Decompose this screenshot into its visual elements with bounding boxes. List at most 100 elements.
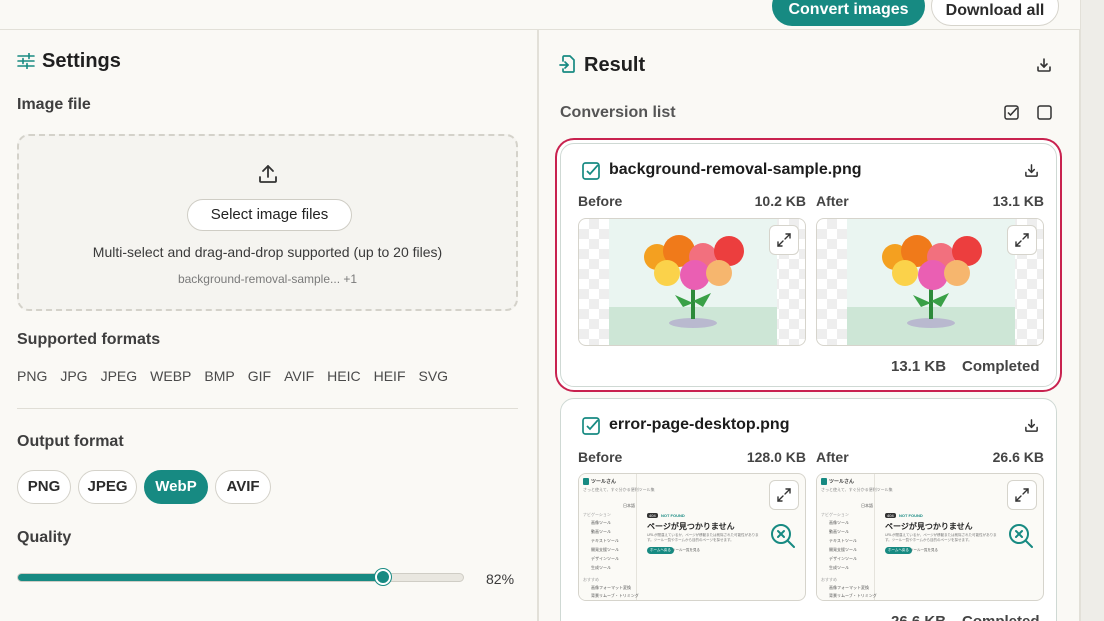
- expand-button[interactable]: [769, 480, 799, 510]
- mini-nav-item: 開発支援ツール: [829, 547, 857, 552]
- output-format-avif[interactable]: AVIF: [215, 470, 271, 504]
- mini-lang: 日本語: [861, 503, 873, 508]
- mini-nav-label: ナビゲーション: [583, 512, 611, 517]
- download-icon[interactable]: [1036, 57, 1052, 73]
- after-label: After: [816, 193, 849, 209]
- after-label: After: [816, 449, 849, 465]
- format-webp: WEBP: [150, 368, 192, 384]
- mini-logo: [821, 478, 827, 485]
- format-jpg: JPG: [60, 368, 88, 384]
- status-label: Completed: [962, 613, 1040, 621]
- mini-sub-item: 画像フォーマット変換: [591, 585, 631, 590]
- after-thumbnail: ツールさん さっと使えて、すぐ分かる便利ツール集 日本語 ナビゲーション 画像ツ…: [816, 473, 1044, 601]
- expand-button[interactable]: [1007, 225, 1037, 255]
- mini-nav-item: デザインツール: [829, 556, 857, 561]
- item-filename: background-removal-sample.png: [609, 161, 862, 178]
- download-icon[interactable]: [1024, 163, 1039, 178]
- expand-icon: [1015, 233, 1029, 247]
- mini-logo: [583, 478, 589, 485]
- before-size: 128.0 KB: [746, 449, 806, 465]
- mini-nav-item: 画像ツール: [829, 520, 849, 525]
- before-size: 10.2 KB: [754, 193, 806, 209]
- settings-title: Settings: [42, 50, 121, 72]
- download-all-button[interactable]: Download all: [931, 0, 1059, 26]
- mini-nav-item: デザインツール: [591, 556, 619, 561]
- expand-button[interactable]: [1007, 480, 1037, 510]
- selected-files-summary: background-removal-sample... +1: [177, 272, 358, 286]
- mini-nav-item: 開発支援ツール: [591, 547, 619, 552]
- format-heif: HEIF: [373, 368, 406, 384]
- image-dropzone[interactable]: Select image files Multi-select and drag…: [17, 134, 518, 311]
- page-scrollbar[interactable]: [1080, 0, 1104, 621]
- before-label: Before: [578, 449, 623, 465]
- mini-nav-item: テキストツール: [829, 538, 857, 543]
- file-export-icon: [559, 55, 575, 73]
- before-thumbnail: ツールさん さっと使えて、すぐ分かる便利ツール集 日本語 ナビゲーション 画像ツ…: [578, 473, 806, 601]
- output-format-webp[interactable]: WebP: [144, 470, 208, 504]
- mini-heading: ページが見つかりません: [885, 522, 973, 531]
- mini-nav-label: ナビゲーション: [821, 512, 849, 517]
- checkbox-empty-icon[interactable]: [1037, 105, 1052, 120]
- mini-badge: 404: [647, 513, 658, 518]
- conversion-list-label: Conversion list: [560, 104, 676, 121]
- settings-divider: [17, 408, 518, 409]
- quality-slider-fill: [18, 574, 383, 581]
- mini-app-name: ツールさん: [829, 479, 855, 485]
- mini-tagline: さっと使えて、すぐ分かる便利ツール集: [583, 487, 655, 492]
- quality-slider[interactable]: [17, 569, 464, 585]
- format-png: PNG: [17, 368, 48, 384]
- checkbox-checked-icon[interactable]: [1004, 105, 1019, 120]
- mini-sub-label: おすすめ: [583, 577, 599, 582]
- conversion-item-card[interactable]: background-removal-sample.png Before 10.…: [560, 143, 1057, 387]
- after-size: 26.6 KB: [992, 449, 1044, 465]
- before-label: Before: [578, 193, 623, 209]
- mini-nav-item: 画像ツール: [591, 520, 611, 525]
- conversion-item-card[interactable]: error-page-desktop.png Before 128.0 KB A…: [560, 398, 1057, 621]
- status-label: Completed: [962, 358, 1040, 375]
- checkbox-checked-icon[interactable]: [582, 417, 600, 435]
- mini-sub-label: おすすめ: [821, 577, 837, 582]
- select-image-files-button[interactable]: Select image files: [187, 199, 352, 231]
- search-x-icon: [771, 524, 795, 548]
- mini-tagline: さっと使えて、すぐ分かる便利ツール集: [821, 487, 893, 492]
- after-thumbnail: [816, 218, 1044, 346]
- top-toolbar: Convert images Download all: [0, 0, 1080, 30]
- mini-body: URLが間違えているか、ページが移動または削除された可能性があります。ツール一覧…: [885, 533, 997, 542]
- expand-icon: [777, 233, 791, 247]
- mini-heading: ページが見つかりません: [647, 522, 735, 531]
- format-svg: SVG: [418, 368, 449, 384]
- result-size: 26.6 KB: [891, 613, 946, 621]
- mini-primary-button: ホームへ戻る: [885, 547, 912, 554]
- output-format-png[interactable]: PNG: [17, 470, 71, 504]
- convert-images-button[interactable]: Convert images: [772, 0, 925, 26]
- quality-value: 82%: [486, 571, 515, 587]
- result-size: 13.1 KB: [891, 358, 947, 375]
- output-format-jpeg[interactable]: JPEG: [78, 470, 137, 504]
- format-gif: GIF: [247, 368, 272, 384]
- mini-sub-item: 画像フォーマット変換: [829, 585, 869, 590]
- mini-secondary-button: ツール一覧を見る: [672, 548, 700, 552]
- mini-nav-item: 動画ツール: [829, 529, 849, 534]
- mini-secondary-button: ツール一覧を見る: [910, 548, 938, 552]
- supported-formats-label: Supported formats: [17, 331, 161, 348]
- mini-nav-item: 生成ツール: [829, 565, 849, 570]
- expand-icon: [1015, 488, 1029, 502]
- format-jpeg: JPEG: [100, 368, 138, 384]
- mini-nav-item: テキストツール: [591, 538, 619, 543]
- dropzone-hint: Multi-select and drag-and-drop supported…: [92, 244, 443, 260]
- quality-label: Quality: [17, 529, 72, 546]
- item-filename: error-page-desktop.png: [609, 416, 790, 433]
- sliders-icon: [17, 53, 35, 69]
- result-title: Result: [584, 54, 646, 76]
- search-x-icon: [1009, 524, 1033, 548]
- mini-sub-item: 背景リムーブ・トリミング: [591, 593, 639, 598]
- mini-app-name: ツールさん: [591, 479, 617, 485]
- checkbox-checked-icon[interactable]: [582, 162, 600, 180]
- quality-slider-thumb[interactable]: [375, 569, 391, 585]
- format-avif: AVIF: [284, 368, 315, 384]
- format-heic: HEIC: [327, 368, 361, 384]
- mini-nav-item: 生成ツール: [591, 565, 611, 570]
- mini-body: URLが間違えているか、ページが移動または削除された可能性があります。ツール一覧…: [647, 533, 759, 542]
- expand-button[interactable]: [769, 225, 799, 255]
- download-icon[interactable]: [1024, 418, 1039, 433]
